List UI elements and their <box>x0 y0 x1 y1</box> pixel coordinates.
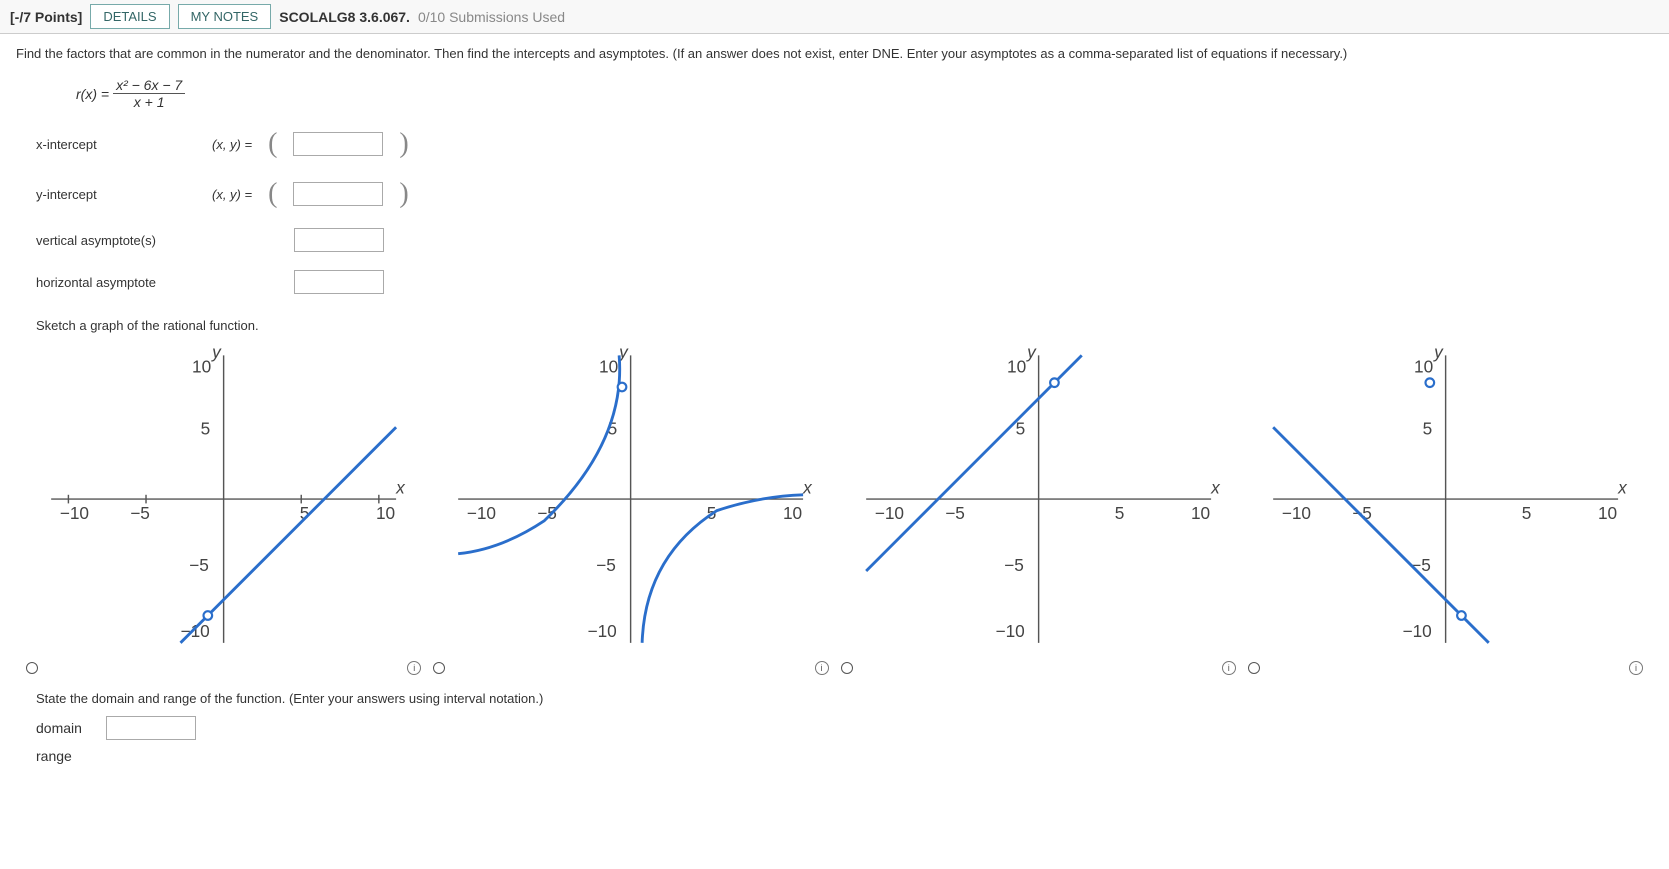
svg-text:10: 10 <box>1190 503 1209 523</box>
graph-choice-4: x y −10 −5 5 10 10 5 −5 −10 i <box>1248 341 1643 675</box>
graph-2-radio[interactable] <box>433 662 445 674</box>
svg-text:y: y <box>1433 342 1444 362</box>
function-formula: r(x) = x² − 6x − 7 x + 1 <box>76 77 1653 110</box>
svg-text:−10: −10 <box>1282 503 1311 523</box>
horizontal-asymptote-label: horizontal asymptote <box>36 275 196 290</box>
svg-text:−10: −10 <box>467 503 496 523</box>
svg-text:−10: −10 <box>60 503 89 523</box>
svg-text:y: y <box>211 342 222 362</box>
domain-range-prompt: State the domain and range of the functi… <box>36 691 1653 706</box>
svg-text:−10: −10 <box>588 621 617 641</box>
formula-lhs: r(x) = <box>76 86 109 102</box>
info-icon[interactable]: i <box>1222 661 1236 675</box>
x-intercept-input[interactable] <box>293 132 383 156</box>
graph-choice-2: x y −10−5 510 105 −5−10 i <box>433 341 828 675</box>
range-row: range <box>36 748 1653 764</box>
svg-text:5: 5 <box>201 418 211 438</box>
question-header: [-/7 Points] DETAILS MY NOTES SCOLALG8 3… <box>0 0 1669 34</box>
graph-choice-3: x y −10−5 510 105 −5−10 i <box>841 341 1236 675</box>
close-paren-icon: ) <box>399 128 408 160</box>
xy-label: (x, y) = <box>212 137 252 152</box>
svg-text:5: 5 <box>1114 503 1124 523</box>
close-paren-icon: ) <box>399 178 408 210</box>
answer-rows: x-intercept (x, y) = ( ) y-intercept (x,… <box>36 128 1653 294</box>
svg-text:10: 10 <box>599 357 618 377</box>
formula-fraction: x² − 6x − 7 x + 1 <box>113 77 185 110</box>
sketch-prompt: Sketch a graph of the rational function. <box>36 318 1653 333</box>
open-paren-icon: ( <box>268 128 277 160</box>
graph-4-radio[interactable] <box>1248 662 1260 674</box>
x-intercept-row: x-intercept (x, y) = ( ) <box>36 128 1653 160</box>
svg-text:5: 5 <box>1422 418 1432 438</box>
domain-label: domain <box>36 720 96 736</box>
svg-text:x: x <box>802 477 813 497</box>
svg-text:−5: −5 <box>945 503 965 523</box>
my-notes-button[interactable]: MY NOTES <box>178 4 272 29</box>
open-paren-icon: ( <box>268 178 277 210</box>
graph-2-svg: x y −10−5 510 105 −5−10 <box>433 341 828 657</box>
graph-choice-1: x y −10 −5 5 10 10 5 −5 −10 i <box>26 341 421 675</box>
xy-label: (x, y) = <box>212 187 252 202</box>
svg-text:−5: −5 <box>189 555 209 575</box>
vertical-asymptote-row: vertical asymptote(s) <box>36 228 1653 252</box>
info-icon[interactable]: i <box>407 661 421 675</box>
svg-text:−10: −10 <box>874 503 903 523</box>
svg-text:5: 5 <box>1522 503 1532 523</box>
formula-numerator: x² − 6x − 7 <box>113 77 185 94</box>
svg-text:10: 10 <box>1007 357 1026 377</box>
question-id: SCOLALG8 3.6.067. <box>279 9 410 25</box>
svg-text:−5: −5 <box>1004 555 1024 575</box>
info-icon[interactable]: i <box>815 661 829 675</box>
svg-text:y: y <box>1026 342 1037 362</box>
horizontal-asymptote-input[interactable] <box>294 270 384 294</box>
svg-text:−10: −10 <box>1402 621 1431 641</box>
graph-1-svg: x y −10 −5 5 10 10 5 −5 −10 <box>26 341 421 657</box>
svg-text:10: 10 <box>1414 357 1433 377</box>
points-label: [-/7 Points] <box>10 9 82 25</box>
svg-text:10: 10 <box>192 357 211 377</box>
graph-choices: x y −10 −5 5 10 10 5 −5 −10 i <box>26 341 1643 675</box>
domain-input[interactable] <box>106 716 196 740</box>
svg-text:x: x <box>1617 477 1628 497</box>
svg-text:−5: −5 <box>596 555 616 575</box>
svg-text:−5: −5 <box>1411 555 1431 575</box>
svg-text:−5: −5 <box>537 503 557 523</box>
question-prompt: Find the factors that are common in the … <box>16 46 1653 61</box>
vertical-asymptote-input[interactable] <box>294 228 384 252</box>
svg-text:−5: −5 <box>130 503 150 523</box>
vertical-asymptote-label: vertical asymptote(s) <box>36 233 196 248</box>
svg-text:x: x <box>395 477 406 497</box>
domain-row: domain <box>36 716 1653 740</box>
submissions-used: 0/10 Submissions Used <box>418 9 565 25</box>
svg-text:−10: −10 <box>995 621 1024 641</box>
x-intercept-label: x-intercept <box>36 137 196 152</box>
svg-text:−5: −5 <box>1352 503 1372 523</box>
svg-text:10: 10 <box>376 503 395 523</box>
graph-3-svg: x y −10−5 510 105 −5−10 <box>841 341 1236 657</box>
horizontal-asymptote-row: horizontal asymptote <box>36 270 1653 294</box>
svg-text:10: 10 <box>1598 503 1617 523</box>
formula-denominator: x + 1 <box>113 94 185 110</box>
details-button[interactable]: DETAILS <box>90 4 169 29</box>
graph-3-radio[interactable] <box>841 662 853 674</box>
graph-1-radio[interactable] <box>26 662 38 674</box>
question-body: Find the factors that are common in the … <box>0 34 1669 784</box>
info-icon[interactable]: i <box>1629 661 1643 675</box>
svg-text:10: 10 <box>783 503 802 523</box>
graph-4-svg: x y −10 −5 5 10 10 5 −5 −10 <box>1248 341 1643 657</box>
y-intercept-label: y-intercept <box>36 187 196 202</box>
svg-text:x: x <box>1210 477 1221 497</box>
range-label: range <box>36 748 96 764</box>
y-intercept-row: y-intercept (x, y) = ( ) <box>36 178 1653 210</box>
y-intercept-input[interactable] <box>293 182 383 206</box>
